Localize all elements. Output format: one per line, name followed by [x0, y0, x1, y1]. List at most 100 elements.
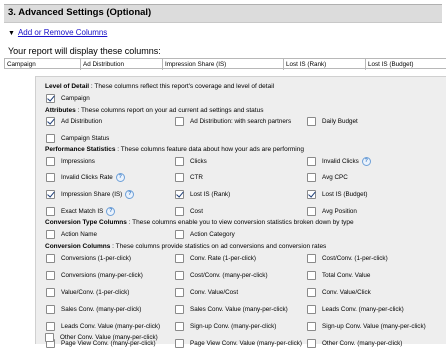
leads-conv-mpc-checkbox[interactable]	[307, 305, 316, 314]
avg-cpc-checkbox[interactable]	[307, 173, 316, 182]
clicks-checkbox[interactable]	[175, 157, 184, 166]
option-label: Impressions	[61, 158, 95, 165]
option-cost[interactable]: Cost	[175, 207, 203, 216]
impression-share-checkbox[interactable]	[46, 190, 55, 199]
option-total-conv-value[interactable]: Total Conv. Value	[307, 271, 370, 280]
cost-conv-1pc-checkbox[interactable]	[307, 254, 316, 263]
action-category-checkbox[interactable]	[175, 230, 184, 239]
option-other-conv-value-mpc[interactable]: Other Conv. Value (many-per-click)	[45, 333, 158, 342]
option-label: Other Conv. Value (many-per-click)	[60, 334, 158, 341]
option-avg-position[interactable]: Avg Position	[307, 207, 357, 216]
other-conv-mpc-checkbox[interactable]	[307, 339, 316, 348]
invalid-clicks-checkbox[interactable]	[307, 157, 316, 166]
conv-rate-1pc-checkbox[interactable]	[175, 254, 184, 263]
option-signup-conv-value-mpc[interactable]: Sign-up Conv. Value (many-per-click)	[307, 322, 426, 331]
option-campaign[interactable]: Campaign	[46, 94, 90, 103]
option-ad-dist-search[interactable]: Ad Distribution: with search partners	[175, 117, 291, 126]
option-label: Conv. Value/Cost	[190, 289, 239, 296]
avg-position-checkbox[interactable]	[307, 207, 316, 216]
invalid-clicks-rate-checkbox[interactable]	[46, 173, 55, 182]
signup-conv-value-mpc-checkbox[interactable]	[307, 322, 316, 331]
column-header-impression-share: Impression Share (IS)	[163, 59, 284, 70]
option-campaign-status[interactable]: Campaign Status	[46, 134, 109, 143]
option-value-conv-1pc[interactable]: Value/Conv. (1-per-click)	[46, 288, 129, 297]
option-lost-is-budget[interactable]: Lost IS (Budget)	[307, 190, 368, 199]
option-conv-value-cost[interactable]: Conv. Value/Cost	[175, 288, 238, 297]
section-performance: Performance Statistics : These columns f…	[45, 146, 304, 153]
sales-conv-mpc-checkbox[interactable]	[46, 305, 55, 314]
option-action-name[interactable]: Action Name	[46, 230, 97, 239]
signup-conv-mpc-checkbox[interactable]	[175, 322, 184, 331]
section-description: : These columns provide statistics on ad…	[110, 243, 327, 250]
option-cost-conv-1pc[interactable]: Cost/Conv. (1-per-click)	[307, 254, 388, 263]
section-header: 3. Advanced Settings (Optional)	[4, 4, 442, 23]
option-other-conv-mpc[interactable]: Other Conv. (many-per-click)	[307, 339, 402, 348]
columns-intro: Your report will display these columns:	[8, 46, 161, 56]
lost-is-budget-checkbox[interactable]	[307, 190, 316, 199]
option-ad-distribution[interactable]: Ad Distribution	[46, 117, 102, 126]
option-conv-value-click[interactable]: Conv. Value/Click	[307, 288, 371, 297]
section-level-of-detail: Level of Detail : These columns reflect …	[45, 83, 274, 90]
ad-distribution-checkbox[interactable]	[46, 117, 55, 126]
option-conv-1pc[interactable]: Conversions (1-per-click)	[46, 254, 131, 263]
option-impression-share[interactable]: Impression Share (IS)?	[46, 190, 135, 199]
campaign-checkbox[interactable]	[46, 94, 55, 103]
daily-budget-checkbox[interactable]	[307, 117, 316, 126]
option-leads-conv-value-mpc[interactable]: Leads Conv. Value (many-per-click)	[46, 322, 160, 331]
pageview-conv-value-mpc-checkbox[interactable]	[175, 339, 184, 348]
option-label: Clicks	[190, 158, 207, 165]
ctr-checkbox[interactable]	[175, 173, 184, 182]
option-action-category[interactable]: Action Category	[175, 230, 235, 239]
option-leads-conv-mpc[interactable]: Leads Conv. (many-per-click)	[307, 305, 404, 314]
question-mark-icon[interactable]: ?	[125, 190, 135, 199]
column-header-lost-is-budget: Lost IS (Budget)	[368, 61, 414, 68]
option-cost-conv-mpc[interactable]: Cost/Conv. (many-per-click)	[175, 271, 268, 280]
other-conv-value-mpc-checkbox[interactable]	[45, 333, 54, 342]
option-clicks[interactable]: Clicks	[175, 157, 207, 166]
option-label: Daily Budget	[322, 118, 358, 125]
question-mark-icon[interactable]: ?	[106, 207, 116, 216]
option-invalid-clicks[interactable]: Invalid Clicks?	[307, 157, 371, 166]
option-conv-mpc[interactable]: Conversions (many-per-click)	[46, 271, 143, 280]
option-exact-match-is[interactable]: Exact Match IS?	[46, 207, 116, 216]
triangle-down-icon[interactable]: ▼	[8, 30, 15, 37]
column-toggle[interactable]: ▼ Add or Remove Columns	[8, 28, 107, 37]
option-impressions[interactable]: Impressions	[46, 157, 95, 166]
option-label: Sign-up Conv. Value (many-per-click)	[322, 323, 426, 330]
option-sales-conv-mpc[interactable]: Sales Conv. (many-per-click)	[46, 305, 141, 314]
option-lost-is-rank[interactable]: Lost IS (Rank)	[175, 190, 230, 199]
action-name-checkbox[interactable]	[46, 230, 55, 239]
question-mark-icon[interactable]: ?	[361, 157, 371, 166]
impressions-checkbox[interactable]	[46, 157, 55, 166]
total-conv-value-checkbox[interactable]	[307, 271, 316, 280]
add-remove-columns-link[interactable]: Add or Remove Columns	[18, 28, 107, 37]
campaign-status-checkbox[interactable]	[46, 134, 55, 143]
option-conv-rate-1pc[interactable]: Conv. Rate (1-per-click)	[175, 254, 256, 263]
option-pageview-conv-value-mpc[interactable]: Page View Conv. Value (many-per-click)	[175, 339, 302, 348]
sales-conv-value-mpc-checkbox[interactable]	[175, 305, 184, 314]
column-header-ad-distribution: Ad Distribution	[81, 59, 163, 70]
option-ctr[interactable]: CTR	[175, 173, 203, 182]
option-daily-budget[interactable]: Daily Budget	[307, 117, 358, 126]
option-signup-conv-mpc[interactable]: Sign-up Conv. (many-per-click)	[175, 322, 276, 331]
option-avg-cpc[interactable]: Avg CPC	[307, 173, 348, 182]
conv-value-cost-checkbox[interactable]	[175, 288, 184, 297]
column-header-campaign: Campaign	[5, 59, 81, 70]
leads-conv-value-mpc-checkbox[interactable]	[46, 322, 55, 331]
exact-match-is-checkbox[interactable]	[46, 207, 55, 216]
option-label: Avg Position	[322, 208, 357, 215]
option-invalid-clicks-rate[interactable]: Invalid Clicks Rate?	[46, 173, 125, 182]
option-label: Cost	[190, 208, 203, 215]
option-label: Impression Share (IS)	[61, 191, 123, 198]
option-sales-conv-value-mpc[interactable]: Sales Conv. Value (many-per-click)	[175, 305, 288, 314]
lost-is-rank-checkbox[interactable]	[175, 190, 184, 199]
value-conv-1pc-checkbox[interactable]	[46, 288, 55, 297]
conv-1pc-checkbox[interactable]	[46, 254, 55, 263]
cost-conv-mpc-checkbox[interactable]	[175, 271, 184, 280]
conv-value-click-checkbox[interactable]	[307, 288, 316, 297]
option-label: CTR	[190, 174, 203, 181]
conv-mpc-checkbox[interactable]	[46, 271, 55, 280]
cost-checkbox[interactable]	[175, 207, 184, 216]
ad-dist-search-checkbox[interactable]	[175, 117, 184, 126]
question-mark-icon[interactable]: ?	[115, 173, 125, 182]
